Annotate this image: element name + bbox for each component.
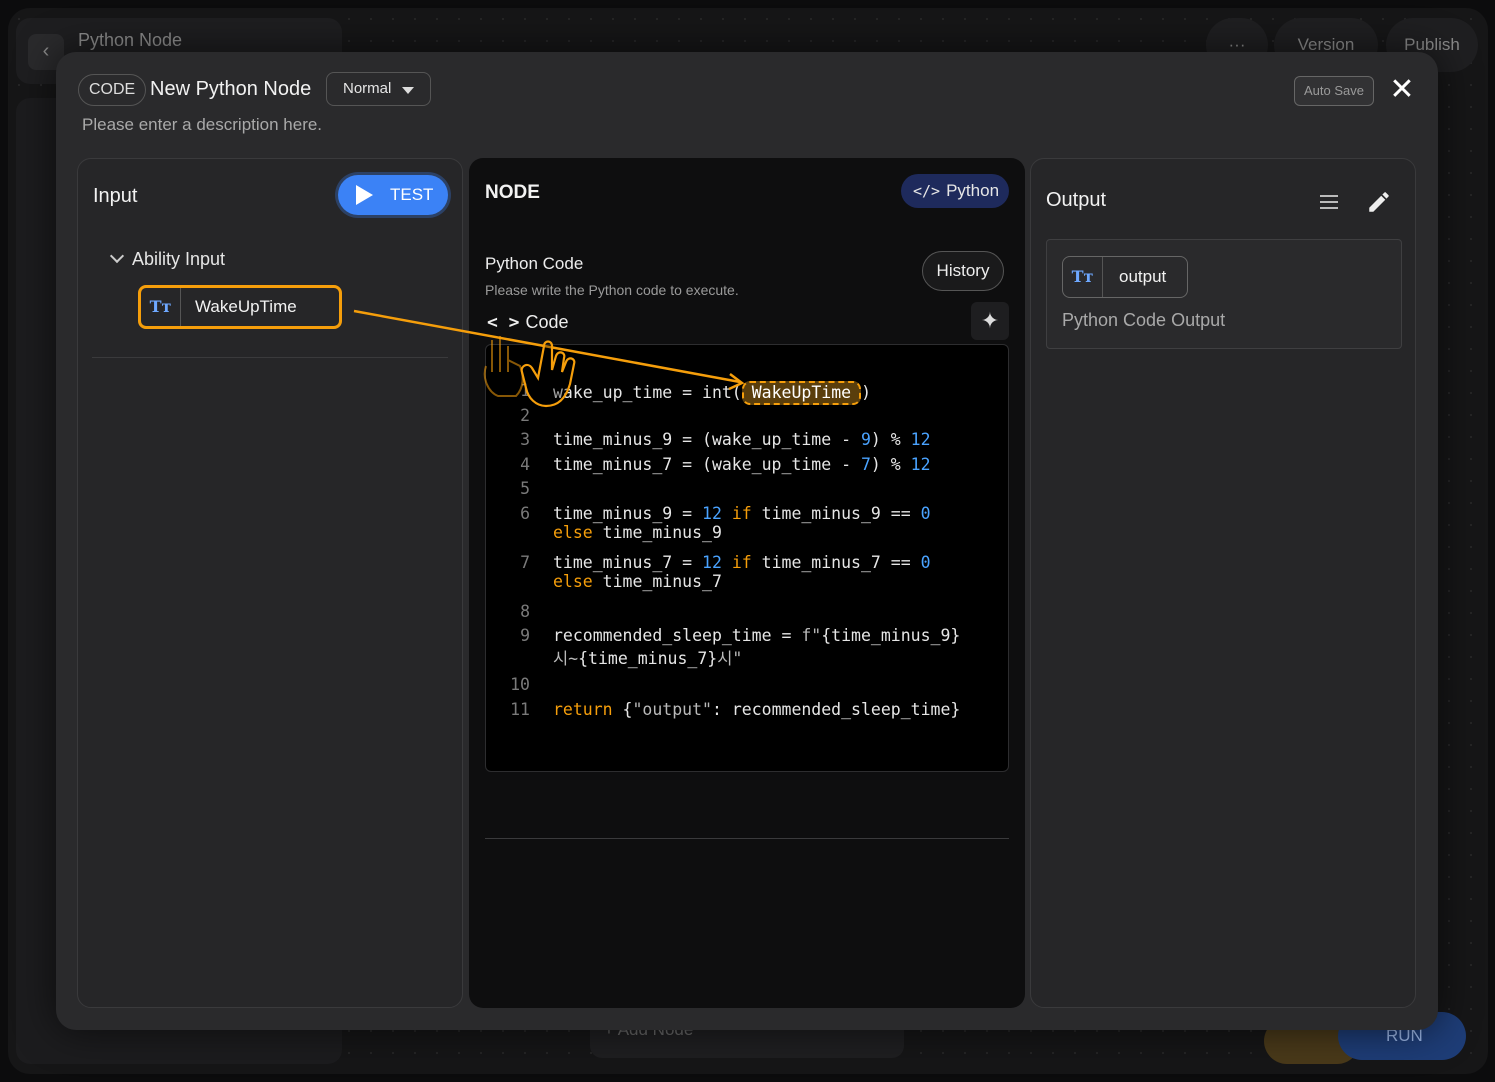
ability-input-group[interactable]: Ability Input (109, 248, 226, 270)
code-line[interactable]: time_minus_7 = 12 if time_minus_7 == 0 e… (553, 553, 931, 591)
node-panel: NODE </> Python Python Code Please write … (469, 158, 1025, 1008)
background-app-title: Python Node (78, 30, 183, 50)
divider (92, 357, 448, 358)
inline-variable-chip[interactable]: WakeUpTime (741, 381, 862, 405)
code-label-text: Code (525, 312, 569, 332)
text-type-icon: Tт (141, 288, 181, 326)
line-number: 11 (510, 700, 530, 719)
language-label: Python (946, 181, 1000, 200)
close-icon[interactable]: ✕ (1388, 72, 1416, 108)
code-line[interactable]: time_minus_7 = (wake_up_time - 7) % 12 (553, 455, 931, 474)
code-brackets-icon: < > (487, 312, 520, 333)
input-panel-title: Input (93, 185, 138, 207)
test-button-label: TEST (390, 185, 434, 204)
variable-name: WakeUpTime (195, 297, 297, 316)
text-type-icon: Tт (1063, 257, 1103, 297)
test-button[interactable]: TEST (338, 175, 448, 215)
line-number: 4 (520, 455, 530, 474)
code-section-label: < > Code (487, 312, 569, 333)
node-title[interactable]: New Python Node (150, 78, 311, 101)
python-code-title: Python Code (485, 254, 584, 273)
variable-chip-wakeuptime[interactable]: Tт WakeUpTime (138, 285, 342, 329)
node-panel-title: NODE (485, 182, 540, 203)
menu-icon[interactable] (1317, 190, 1341, 214)
python-node-modal: CODE New Python Node Normal Please enter… (56, 52, 1438, 1030)
input-panel: Input TEST Ability Input Tт WakeUpTime (77, 158, 463, 1008)
code-line[interactable]: return {"output": recommended_sleep_time… (553, 700, 960, 719)
line-number: 3 (520, 430, 530, 449)
output-variable-name: output (1119, 267, 1167, 286)
code-editor[interactable]: 1 wake_up_time = int(WakeUpTime) 2 3 tim… (485, 344, 1009, 772)
mode-dropdown[interactable]: Normal (326, 72, 431, 106)
line-number: 2 (520, 406, 530, 425)
code-line[interactable]: recommended_sleep_time = f"{time_minus_9… (553, 626, 960, 669)
code-type-badge: CODE (78, 74, 147, 106)
code-line[interactable]: time_minus_9 = (wake_up_time - 9) % 12 (553, 430, 931, 449)
python-code-hint: Please write the Python code to execute. (485, 282, 739, 298)
line-number: 9 (520, 626, 530, 645)
line-number: 8 (520, 602, 530, 621)
sparkle-icon[interactable]: ✦ (971, 302, 1009, 340)
auto-save-badge[interactable]: Auto Save (1294, 76, 1374, 106)
language-badge[interactable]: </> Python (901, 174, 1009, 208)
output-panel: Output Tт output Python Code Output (1030, 158, 1416, 1008)
code-line[interactable]: time_minus_9 = 12 if time_minus_9 == 0 e… (553, 504, 931, 542)
description-field[interactable]: Please enter a description here. (82, 115, 322, 135)
output-actions (1317, 187, 1392, 215)
divider (485, 838, 1009, 839)
output-variable-chip[interactable]: Tт output (1062, 256, 1188, 298)
play-icon (356, 185, 373, 205)
output-description: Python Code Output (1062, 310, 1226, 330)
caret-down-icon (402, 87, 414, 94)
ability-input-label: Ability Input (132, 249, 226, 269)
history-button[interactable]: History (922, 251, 1004, 291)
line-number: 5 (520, 479, 530, 498)
pencil-icon[interactable] (1366, 189, 1392, 215)
code-line[interactable]: wake_up_time = int(WakeUpTime) (553, 381, 871, 405)
line-number: 6 (520, 504, 530, 523)
output-panel-title: Output (1046, 189, 1107, 211)
chevron-down-icon[interactable] (109, 248, 125, 264)
line-number: 7 (520, 553, 530, 572)
mode-dropdown-value: Normal (343, 80, 392, 97)
code-icon: </> (913, 182, 941, 200)
output-variable-box: Tт output Python Code Output (1046, 239, 1402, 349)
line-number: 10 (510, 675, 530, 694)
line-number: 1 (520, 381, 530, 400)
